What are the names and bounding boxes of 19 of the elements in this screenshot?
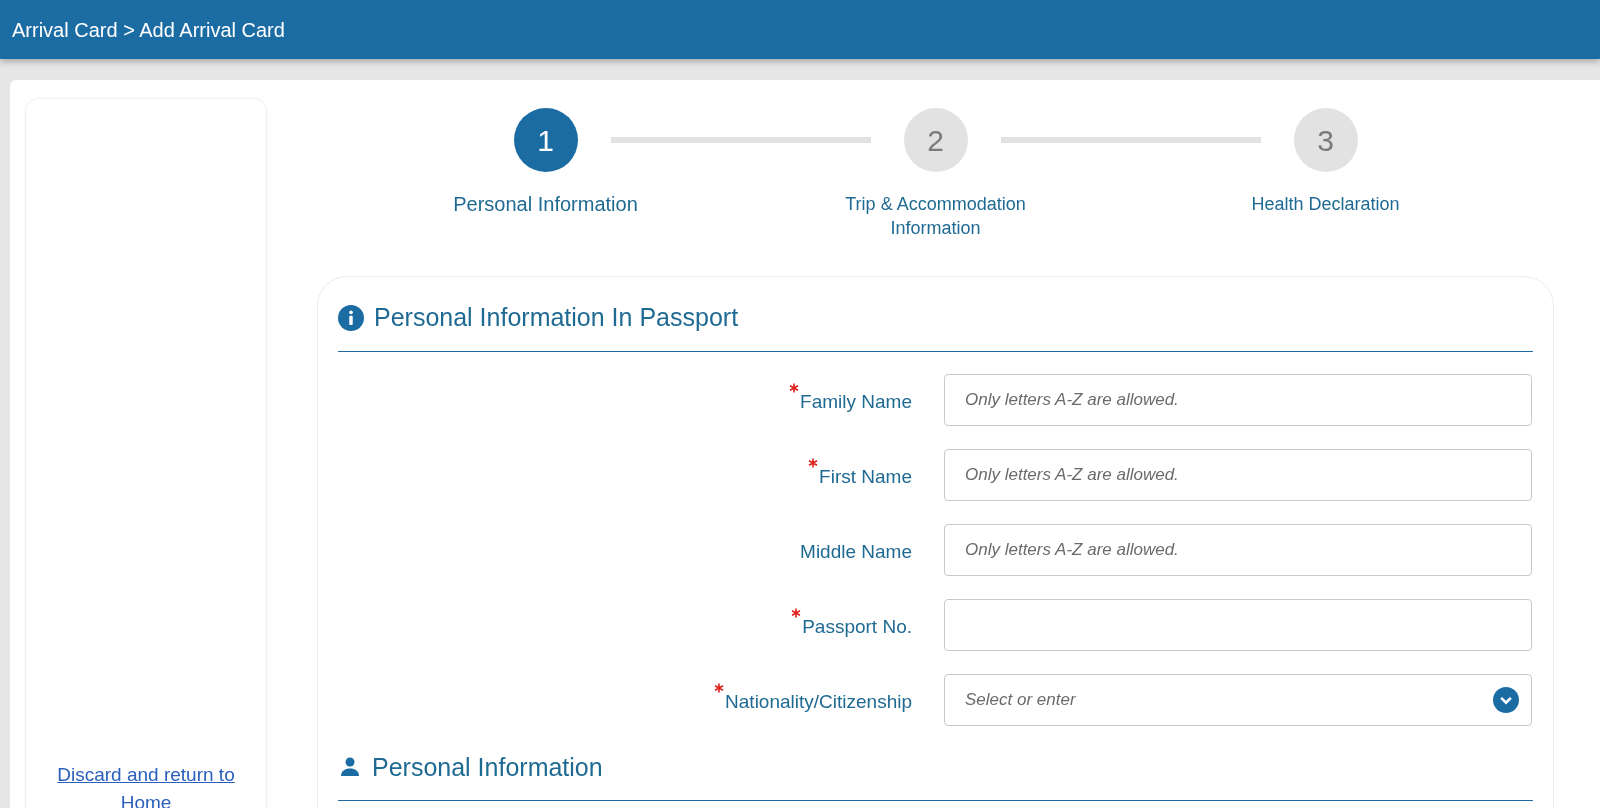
text-field[interactable]: Only letters A-Z are allowed. [944, 448, 1532, 501]
step-label: Trip & Accommodation Information [844, 193, 1027, 240]
field-label: Nationality/Citizenship [725, 690, 912, 715]
field-label: Passport No. [802, 615, 912, 640]
section-title: Personal Information In Passport [374, 302, 739, 333]
text-field[interactable] [944, 598, 1532, 651]
select-field[interactable]: Select or enter [944, 673, 1532, 726]
text-field[interactable]: Only letters A-Z are allowed. [944, 523, 1532, 576]
info-icon [338, 304, 364, 331]
step-label: Personal Information [452, 192, 639, 216]
text-field[interactable]: Only letters A-Z are allowed. [944, 373, 1532, 426]
select-placeholder: Select or enter [965, 688, 1076, 711]
section-title: Personal Information [372, 751, 603, 783]
field-label: Family Name [800, 390, 912, 415]
chevron-down-icon [1493, 686, 1519, 713]
step-label: Health Declaration [1250, 193, 1401, 216]
field-label: First Name [819, 465, 912, 490]
breadcrumb: Arrival Card > Add Arrival Card [12, 17, 285, 43]
field-label: Middle Name [800, 540, 912, 565]
